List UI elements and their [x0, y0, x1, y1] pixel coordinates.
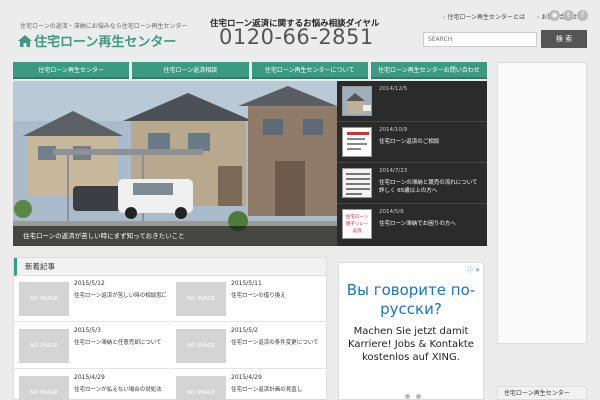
- slider-title: 住宅ローン滞納でお困りの方へ: [379, 221, 456, 227]
- facebook-icon[interactable]: f: [577, 10, 588, 21]
- new-posts-panel: 新着記事 NO IMAGE 2015/5/12 住宅ローン返済が苦しい時の相談窓…: [13, 257, 327, 400]
- ad-headline[interactable]: Вы говорите по-русски?: [339, 281, 483, 319]
- nav-tab-consult[interactable]: 住宅ローン返済相談: [132, 62, 249, 79]
- post-title[interactable]: 住宅ローンの借り換え: [231, 291, 323, 299]
- slider-title: 住宅ローンの滞納と競売の流れについて詳しく 65歳以上の方へ: [379, 180, 478, 194]
- slider-title: 住宅ローン返済のご相談: [379, 139, 440, 145]
- hero-slide[interactable]: 住宅ローンの返済が苦しい時にまず知っておきたいこと: [13, 81, 337, 246]
- hero-caption[interactable]: 住宅ローンの返済が苦しい時にまず知っておきたいこと: [13, 226, 337, 246]
- search-button[interactable]: 検 索: [541, 30, 587, 48]
- slider-thumb: [342, 86, 372, 116]
- main-nav: 住宅ローン再生センター 住宅ローン返済相談 住宅ローン再生センターについて 住宅…: [13, 62, 487, 79]
- post-date: 2015/4/29: [231, 374, 262, 381]
- slider-thumb: 住宅ローン 親子リレー返済: [342, 209, 372, 239]
- post-thumb: NO IMAGE: [176, 376, 226, 400]
- slider-item[interactable]: 2014/12/5: [337, 81, 487, 122]
- site-tagline: 住宅ローンの返済・滞納にお悩みなら住宅ローン再生センター: [20, 23, 188, 30]
- post-date: 2015/5/12: [74, 280, 105, 287]
- ad-choices-icon[interactable]: ⓘ ✕: [467, 265, 480, 274]
- sidebar-ad-box: [497, 62, 587, 344]
- slider-date: 2014/7/23: [379, 168, 408, 174]
- twitter-icon[interactable]: t: [563, 10, 574, 21]
- slider-date: 2014/5/6: [379, 209, 404, 215]
- slider-thumb: [342, 168, 372, 198]
- post-thumb: NO IMAGE: [19, 282, 69, 316]
- hero-photo: [13, 81, 337, 246]
- new-posts-heading: 新着記事: [14, 258, 326, 276]
- post-thumb: NO IMAGE: [19, 329, 69, 363]
- social-links: ◉ t f: [549, 10, 588, 21]
- post-title[interactable]: 住宅ローン滞納と任意売却について: [74, 338, 166, 346]
- site-logo[interactable]: 住宅ローン再生センター: [18, 31, 176, 50]
- slider-item[interactable]: 2014/10/9 住宅ローン返済のご相談: [337, 122, 487, 163]
- post-date: 2015/5/3: [74, 327, 101, 334]
- post-item[interactable]: NO IMAGE 2015/5/11 住宅ローンの借り換え: [171, 276, 326, 322]
- nav-tab-home[interactable]: 住宅ローン再生センター: [13, 62, 130, 79]
- post-date: 2015/5/11: [231, 280, 262, 287]
- rss-icon[interactable]: ◉: [549, 10, 560, 21]
- ad-body[interactable]: Machen Sie jetzt damit Karriere! Jobs & …: [339, 325, 483, 364]
- slider-thumb: [342, 127, 372, 157]
- sidebar-heading: 住宅ローン再生センター: [497, 386, 587, 400]
- site-header: 住宅ローンの返済・滞納にお悩みなら住宅ローン再生センター 住宅ローン再生センター…: [0, 0, 600, 58]
- ad-pager[interactable]: [405, 394, 421, 399]
- post-thumb: NO IMAGE: [176, 329, 226, 363]
- house-icon: [18, 34, 32, 47]
- slider-date: 2014/10/9: [379, 127, 408, 133]
- page: 住宅ローンの返済・滞納にお悩みなら住宅ローン再生センター 住宅ローン再生センター…: [0, 0, 600, 400]
- slider-list: 2014/12/5 2014/10/9 住宅ローン返済のご相談 2014/7/2…: [337, 81, 487, 246]
- post-thumb: NO IMAGE: [176, 282, 226, 316]
- nav-tab-contact[interactable]: 住宅ローン再生センターお問い合わせ: [370, 62, 487, 79]
- search-input[interactable]: [423, 32, 537, 47]
- post-item[interactable]: NO IMAGE 2015/4/29 住宅ローンが払えない場合の対処法: [14, 370, 169, 400]
- slider-item[interactable]: 2014/7/23 住宅ローンの滞納と競売の流れについて詳しく 65歳以上の方へ: [337, 163, 487, 204]
- post-title[interactable]: 住宅ローン返済が苦しい時の相談窓口: [74, 291, 166, 299]
- slider-thumb-text: 住宅ローン 親子リレー返済: [345, 215, 369, 234]
- post-item[interactable]: NO IMAGE 2015/5/3 住宅ローン滞納と任意売却について: [14, 323, 169, 369]
- post-title[interactable]: 住宅ローンが払えない場合の対処法: [74, 385, 166, 393]
- post-item[interactable]: NO IMAGE 2015/4/29 住宅ローン返済計画の見直し: [171, 370, 326, 400]
- nav-tab-about[interactable]: 住宅ローン再生センターについて: [251, 62, 368, 79]
- post-item[interactable]: NO IMAGE 2015/5/12 住宅ローン返済が苦しい時の相談窓口: [14, 276, 169, 322]
- slider-date: 2014/12/5: [379, 86, 408, 92]
- top-link-about[interactable]: 住宅ローン再生センターとは: [443, 12, 525, 21]
- post-date: 2015/4/29: [74, 374, 105, 381]
- post-date: 2015/5/2: [231, 327, 258, 334]
- post-title[interactable]: 住宅ローン返済の条件変更について: [231, 338, 323, 346]
- slider-item[interactable]: 住宅ローン 親子リレー返済 2014/5/6 住宅ローン滞納でお困りの方へ: [337, 204, 487, 245]
- phone-number[interactable]: 0120-66-2851: [219, 25, 374, 49]
- post-title[interactable]: 住宅ローン返済計画の見直し: [231, 385, 323, 393]
- post-item[interactable]: NO IMAGE 2015/5/2 住宅ローン返済の条件変更について: [171, 323, 326, 369]
- post-thumb: NO IMAGE: [19, 376, 69, 400]
- logo-text: 住宅ローン再生センター: [34, 35, 177, 50]
- ad-banner[interactable]: ⓘ ✕ Вы говорите по-русски? Machen Sie je…: [338, 262, 484, 400]
